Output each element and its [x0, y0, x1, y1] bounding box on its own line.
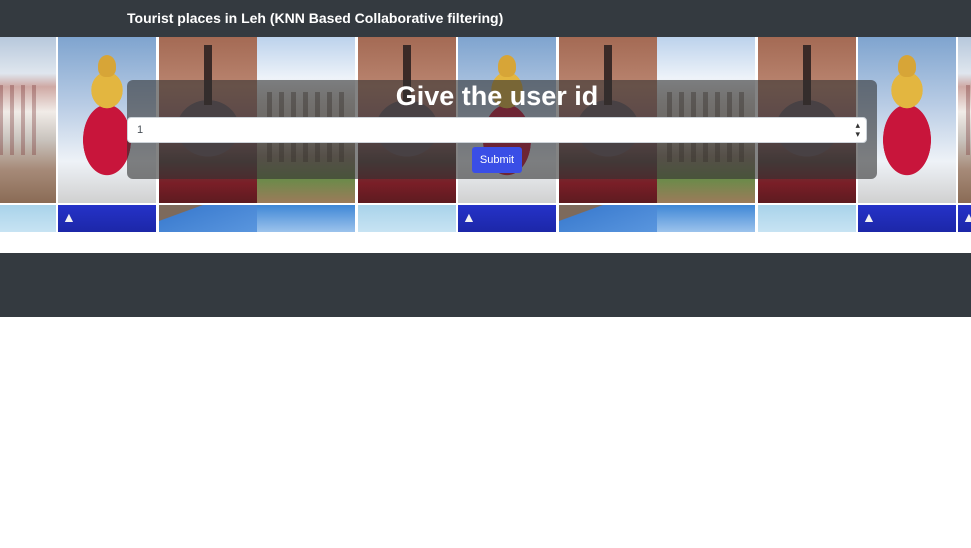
- mountain-image: [559, 205, 657, 232]
- palace-image: [958, 37, 971, 203]
- blue-wall-image: [858, 205, 956, 232]
- select-arrows-icon: ▴ ▾: [855, 120, 860, 139]
- sky-image: [0, 205, 56, 232]
- navbar-brand[interactable]: Tourist places in Leh (KNN Based Collabo…: [127, 10, 503, 26]
- sky-image: [358, 205, 456, 232]
- top-navbar: Tourist places in Leh (KNN Based Collabo…: [0, 0, 971, 37]
- user-id-select-value: 1: [137, 124, 144, 136]
- footer: [0, 253, 971, 317]
- blue-wall-image: [958, 205, 971, 232]
- submit-button[interactable]: Submit: [472, 147, 522, 173]
- sky-image: [758, 205, 856, 232]
- blue-wall-image: [458, 205, 556, 232]
- user-id-select[interactable]: 1 ▴ ▾: [127, 117, 867, 143]
- blue-wall-image: [58, 205, 156, 232]
- palace-image: [0, 37, 56, 203]
- mountain-image: [159, 205, 257, 232]
- form-heading: Give the user id: [395, 81, 599, 111]
- cloud-sky-image: [257, 205, 355, 232]
- cloud-sky-image: [657, 205, 755, 232]
